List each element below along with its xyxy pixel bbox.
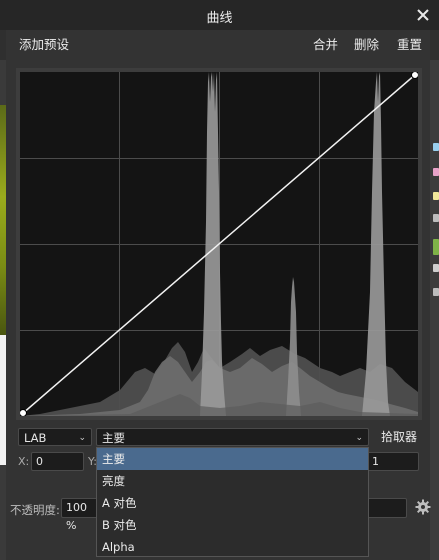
menu-item-brightness[interactable]: 亮度 (97, 470, 368, 492)
menu-item-main[interactable]: 主要 (97, 448, 368, 470)
swatch-blue (433, 143, 439, 151)
component-select-value: 主要 (102, 431, 125, 445)
reset-button[interactable]: 重置 (397, 34, 422, 53)
chevron-down-icon: ⌄ (355, 433, 363, 443)
dialog-title: 曲线 (206, 11, 233, 26)
close-icon[interactable] (413, 5, 433, 25)
merge-button[interactable]: 合并 (313, 34, 338, 53)
value-input[interactable]: 1 (367, 452, 419, 471)
x-input[interactable]: 0 (31, 452, 84, 471)
title-bar: 曲线 (0, 0, 439, 30)
swatch-gray-2 (433, 288, 439, 296)
swatch-yellow (433, 192, 439, 200)
chevron-down-icon: ⌄ (78, 433, 86, 443)
gear-icon[interactable] (415, 499, 431, 515)
add-preset-button[interactable]: 添加预设 (19, 34, 69, 53)
menu-item-b-opponent[interactable]: B 对色 (97, 514, 368, 536)
channel-select[interactable]: LAB ⌄ (18, 428, 92, 446)
menu-item-alpha[interactable]: Alpha (97, 536, 368, 558)
curve-graph[interactable] (19, 71, 419, 417)
component-select[interactable]: 主要 ⌄ (96, 428, 369, 446)
component-dropdown-menu: 主要 亮度 A 对色 B 对色 Alpha (96, 447, 369, 557)
picker-button[interactable]: 拾取器 (381, 428, 417, 445)
x-label: X: (18, 455, 30, 468)
histogram-peak-mid (286, 277, 301, 416)
menu-item-a-opponent[interactable]: A 对色 (97, 492, 368, 514)
curve-point-end[interactable] (411, 71, 419, 79)
blend-mode-select[interactable] (367, 498, 407, 518)
swatch-green (433, 239, 439, 255)
curve-point-start[interactable] (19, 409, 27, 417)
swatch-gray (433, 214, 439, 222)
swatch-pink (433, 168, 439, 176)
delete-button[interactable]: 删除 (354, 34, 379, 53)
opacity-label: 不透明度: (10, 503, 60, 517)
opacity-input[interactable]: 100 % (61, 498, 99, 532)
channel-select-value: LAB (24, 431, 47, 445)
background-app-right (430, 60, 439, 560)
swatch-light (433, 264, 439, 272)
